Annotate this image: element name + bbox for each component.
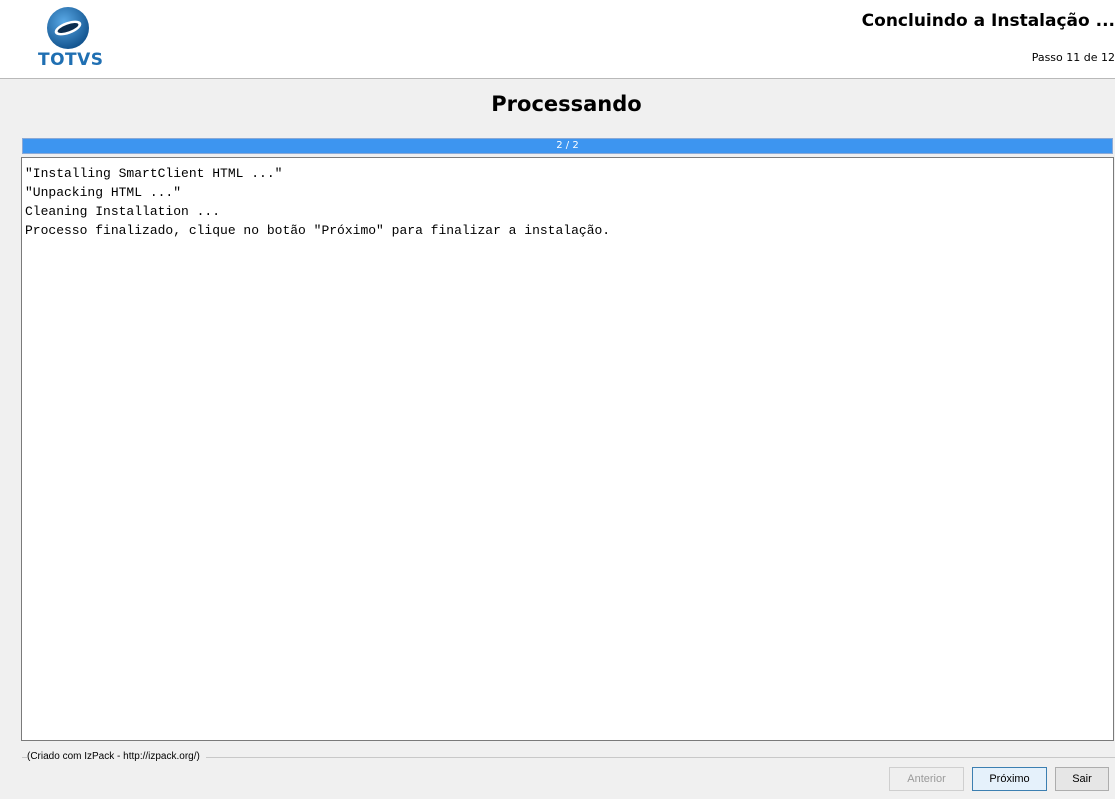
log-line: "Unpacking HTML ...": [25, 185, 182, 200]
totvs-logo-mark-icon: [47, 7, 89, 49]
step-title: Concluindo a Instalação ...: [861, 11, 1115, 31]
log-line: Cleaning Installation ...: [25, 204, 221, 219]
exit-button[interactable]: Sair: [1055, 767, 1109, 791]
installer-header: TOTVS Concluindo a Instalação ... Passo …: [0, 0, 1115, 79]
izpack-credit: (Criado com IzPack - http://izpack.org/): [27, 751, 206, 762]
logo-wordmark: TOTVS: [38, 50, 104, 70]
progress-label: 2 / 2: [556, 140, 579, 151]
previous-button[interactable]: Anterior: [889, 767, 964, 791]
log-line: Processo finalizado, clique no botão "Pr…: [25, 223, 611, 238]
page-title: Processando: [491, 92, 642, 116]
next-button[interactable]: Próximo: [972, 767, 1047, 791]
step-counter: Passo 11 de 12: [1031, 51, 1115, 64]
totvs-logo: TOTVS: [38, 6, 104, 70]
progress-bar: 2 / 2: [22, 138, 1113, 154]
log-line: "Installing SmartClient HTML ...": [25, 166, 283, 181]
installation-log[interactable]: "Installing SmartClient HTML ..." "Unpac…: [21, 157, 1114, 741]
